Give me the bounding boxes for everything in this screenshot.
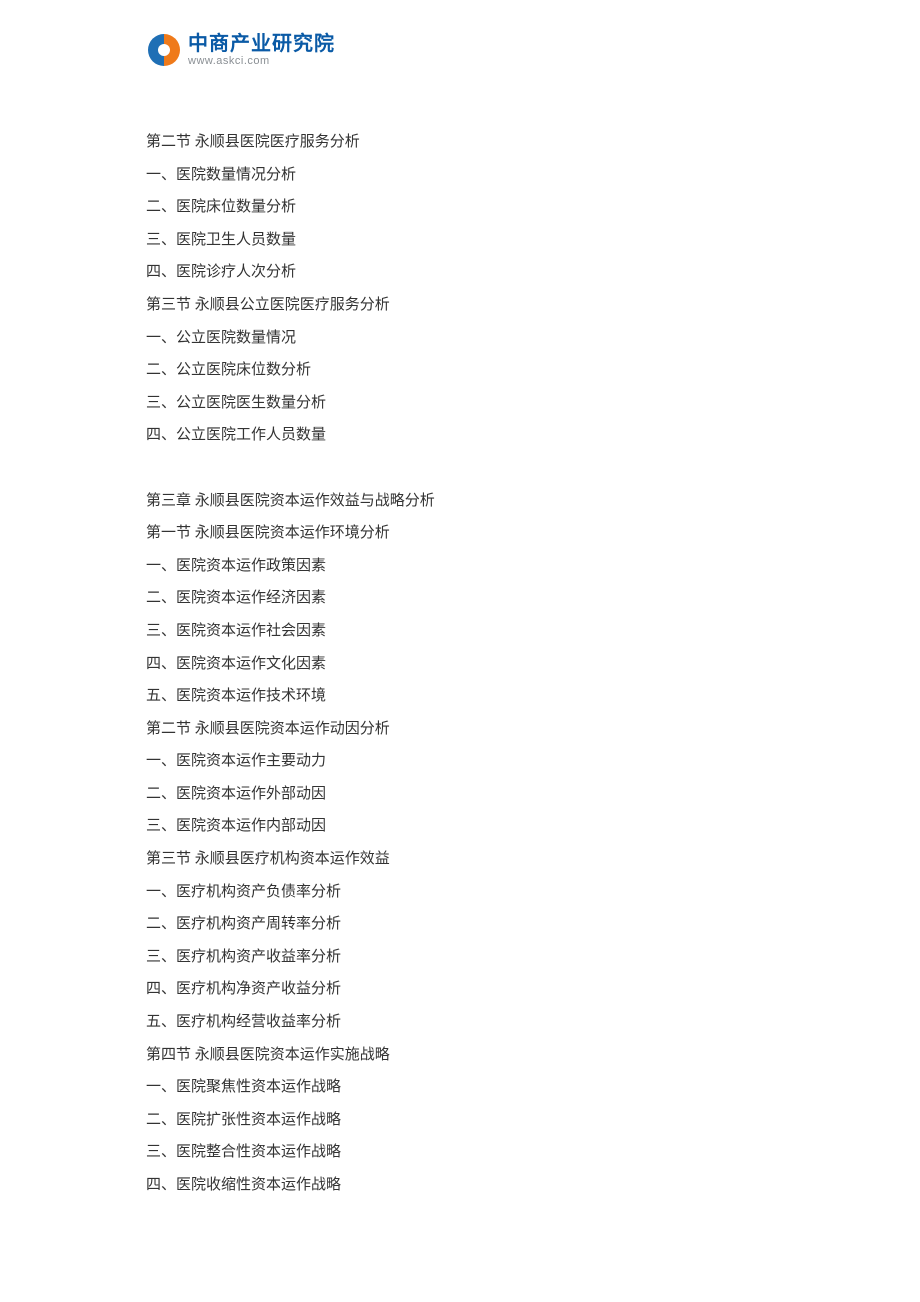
toc-line: 一、医院资本运作主要动力 (146, 745, 774, 778)
toc-line: 第二节 永顺县医院医疗服务分析 (146, 126, 774, 159)
toc-line: 二、公立医院床位数分析 (146, 354, 774, 387)
toc-line: 第三节 永顺县公立医院医疗服务分析 (146, 289, 774, 322)
toc-line: 二、医院扩张性资本运作战略 (146, 1104, 774, 1137)
toc-line: 四、医院诊疗人次分析 (146, 256, 774, 289)
toc-line: 五、医疗机构经营收益率分析 (146, 1006, 774, 1039)
toc-line: 二、医院资本运作经济因素 (146, 582, 774, 615)
toc-line: 三、医院整合性资本运作战略 (146, 1136, 774, 1169)
toc-line: 四、公立医院工作人员数量 (146, 419, 774, 452)
toc-line: 第二节 永顺县医院资本运作动因分析 (146, 713, 774, 746)
toc-line: 三、医院资本运作社会因素 (146, 615, 774, 648)
toc-line: 四、医疗机构净资产收益分析 (146, 973, 774, 1006)
toc-line: 一、医疗机构资产负债率分析 (146, 876, 774, 909)
toc-line: 二、医院床位数量分析 (146, 191, 774, 224)
toc-line: 第三节 永顺县医疗机构资本运作效益 (146, 843, 774, 876)
logo-cn: 中商产业研究院 (188, 34, 335, 54)
toc-line: 三、医院卫生人员数量 (146, 224, 774, 257)
toc-line: 五、医院资本运作技术环境 (146, 680, 774, 713)
logo-icon (146, 32, 182, 68)
logo-text: 中商产业研究院 www.askci.com (188, 34, 335, 67)
toc-line: 第四节 永顺县医院资本运作实施战略 (146, 1039, 774, 1072)
toc-line: 第三章 永顺县医院资本运作效益与战略分析 (146, 485, 774, 518)
toc-line: 三、医院资本运作内部动因 (146, 810, 774, 843)
toc-content: 第二节 永顺县医院医疗服务分析一、医院数量情况分析二、医院床位数量分析三、医院卫… (146, 126, 774, 1202)
toc-line: 二、医疗机构资产周转率分析 (146, 908, 774, 941)
blank-line (146, 452, 774, 485)
toc-line: 一、医院资本运作政策因素 (146, 550, 774, 583)
logo: 中商产业研究院 www.askci.com (146, 28, 335, 72)
toc-line: 一、公立医院数量情况 (146, 322, 774, 355)
logo-en: www.askci.com (188, 56, 335, 67)
toc-line: 第一节 永顺县医院资本运作环境分析 (146, 517, 774, 550)
toc-line: 三、医疗机构资产收益率分析 (146, 941, 774, 974)
toc-line: 四、医院资本运作文化因素 (146, 648, 774, 681)
toc-line: 一、医院数量情况分析 (146, 159, 774, 192)
toc-line: 四、医院收缩性资本运作战略 (146, 1169, 774, 1202)
toc-line: 二、医院资本运作外部动因 (146, 778, 774, 811)
toc-line: 一、医院聚焦性资本运作战略 (146, 1071, 774, 1104)
toc-line: 三、公立医院医生数量分析 (146, 387, 774, 420)
